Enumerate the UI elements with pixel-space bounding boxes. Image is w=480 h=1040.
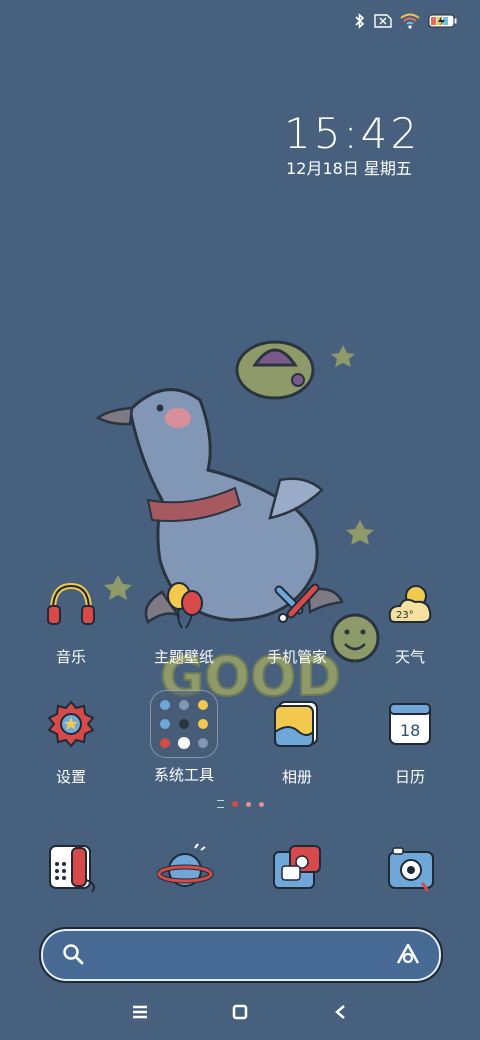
- balloons-icon: [167, 582, 203, 629]
- app-label: 主题壁纸: [153, 648, 214, 666]
- camera-icon[interactable]: [383, 840, 441, 898]
- status-bar: [354, 10, 458, 32]
- menu-icon: [133, 1005, 147, 1019]
- app-label: 音乐: [55, 648, 86, 666]
- sim-off-icon: [374, 14, 392, 28]
- app-label: 设置: [55, 768, 86, 786]
- app-label: 相册: [281, 768, 312, 786]
- clock-date: 12月18日 星期五: [286, 159, 412, 178]
- navigation-bar: [0, 1000, 480, 1024]
- app-label: 天气: [394, 648, 425, 666]
- bluetooth-icon: [355, 13, 365, 29]
- assistant-logo-icon[interactable]: [395, 942, 421, 966]
- home-icon: [232, 1004, 248, 1020]
- hat-illustration: [235, 340, 315, 400]
- app-label: 日历: [394, 768, 425, 786]
- back-button[interactable]: [328, 1000, 352, 1024]
- folder-icon: [150, 690, 218, 758]
- gear-icon: [47, 700, 95, 748]
- headphones-icon: [47, 582, 95, 625]
- app-phone-manager[interactable]: 手机管家: [242, 576, 352, 666]
- phone-icon[interactable]: [44, 840, 102, 898]
- page-dot: [245, 801, 251, 807]
- page-dot: [258, 801, 264, 807]
- messages-icon[interactable]: [270, 840, 328, 898]
- clock-time: 15:42: [284, 109, 421, 158]
- weather-temp-badge: 23°: [396, 610, 414, 621]
- app-folder-system-tools[interactable]: 系统工具: [129, 690, 239, 784]
- menu-button[interactable]: [128, 1000, 152, 1024]
- star-illustration: [331, 345, 355, 367]
- clock-widget[interactable]: 15:42 12月18日 星期五: [284, 109, 421, 180]
- page-dot-menu: [216, 800, 224, 808]
- app-themes[interactable]: 主题壁纸: [129, 576, 239, 666]
- app-label: 手机管家: [266, 648, 327, 666]
- browser-planet-icon[interactable]: [157, 840, 215, 898]
- page-dot-active: [231, 801, 238, 807]
- weather-icon: 23°: [388, 585, 432, 623]
- star-illustration: [346, 520, 374, 545]
- search-icon: [63, 944, 84, 965]
- back-icon: [335, 1005, 345, 1019]
- battery-charging-icon: [428, 14, 457, 28]
- app-gallery[interactable]: 相册: [242, 696, 352, 786]
- app-label: 系统工具: [153, 766, 214, 784]
- app-settings[interactable]: 设置: [16, 696, 126, 786]
- calendar-icon: 18: [389, 703, 431, 745]
- calendar-day-badge: 18: [400, 721, 420, 740]
- page-indicator[interactable]: [0, 800, 480, 808]
- search-bar[interactable]: [39, 927, 443, 983]
- tools-icon: [274, 583, 320, 623]
- app-calendar[interactable]: 18 日历: [355, 696, 465, 786]
- app-weather[interactable]: 23° 天气: [355, 576, 465, 666]
- wifi-icon: [400, 13, 420, 29]
- gallery-icon: [274, 701, 318, 747]
- app-music[interactable]: 音乐: [16, 576, 126, 666]
- home-button[interactable]: [228, 1000, 252, 1024]
